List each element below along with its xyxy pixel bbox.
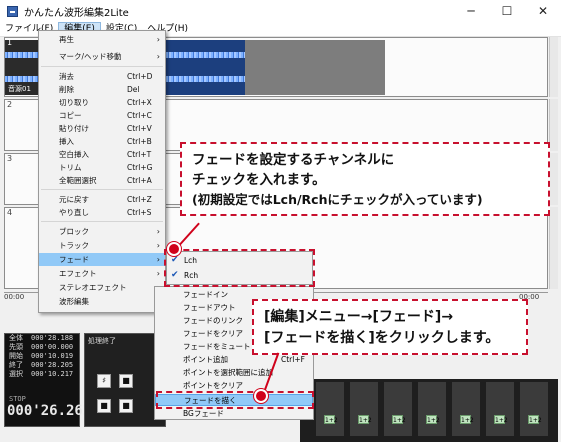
menu-item-insert-blank[interactable]: 空白挿入 Ctrl+T: [39, 148, 165, 161]
chevron-right-icon: ›: [156, 35, 160, 44]
mix-button[interactable]: 1+2: [426, 415, 440, 424]
mix-button[interactable]: 1+2: [528, 415, 542, 424]
record-button[interactable]: ■: [97, 399, 111, 413]
scrollbar[interactable]: [549, 37, 558, 97]
mix-button[interactable]: 1+2: [324, 415, 338, 424]
menu-item-undo[interactable]: 元に戻す Ctrl+Z: [39, 193, 165, 206]
track-number: 2: [7, 100, 13, 109]
menu-item-redo[interactable]: やり直し Ctrl+S: [39, 206, 165, 219]
status-text: 処理終了: [88, 337, 116, 345]
menu-item-stereo-effect[interactable]: ステレオエフェクト›: [39, 281, 165, 294]
track-number: 1: [7, 38, 13, 47]
menu-item-copy[interactable]: コピー Ctrl+C: [39, 109, 165, 122]
menu-item-erase[interactable]: 消去 Ctrl+D: [39, 70, 165, 83]
current-time: 000'26.262: [7, 403, 92, 419]
time-row: 選択 000'10.217: [9, 370, 74, 378]
callout-dot: [254, 389, 268, 403]
edit-menu-dropdown: 再生 › マーク/ヘッド移動 › 消去 Ctrl+D 削除 Del 切り取り Ctrl+X…: [38, 30, 166, 313]
mix-button[interactable]: 1+2: [358, 415, 372, 424]
sharp-button[interactable]: ♯: [97, 374, 111, 388]
mixer-strip: 1+2: [486, 382, 514, 436]
menu-item-paste[interactable]: 貼り付け Ctrl+V: [39, 122, 165, 135]
separator: [41, 221, 163, 222]
separator: [41, 66, 163, 67]
menu-item-insert[interactable]: 挿入 Ctrl+B: [39, 135, 165, 148]
menu-item-mark-head[interactable]: マーク/ヘッド移動 ›: [39, 50, 165, 63]
menu-item-play[interactable]: 再生 ›: [39, 33, 165, 46]
mixer-panel: 1+2 1+2 1+2 1+2 1+2 1+2 1+2: [300, 379, 558, 442]
waveform-region[interactable]: [245, 40, 385, 95]
title-bar: かんたん波形編集2Lite ─ ☐ ✕: [0, 0, 561, 22]
minimize-button[interactable]: ─: [453, 0, 489, 22]
menu-item-effect[interactable]: エフェクト ›: [39, 267, 165, 280]
scrollbar[interactable]: [549, 207, 558, 289]
menu-item-add-point[interactable]: ポイント追加 Ctrl+F: [155, 354, 313, 366]
mixer-strip: 1+2: [316, 382, 344, 436]
mix-button[interactable]: 1+2: [494, 415, 508, 424]
mix-button[interactable]: 1+2: [460, 415, 474, 424]
state-label: STOP: [9, 395, 26, 403]
menu-item-fade[interactable]: フェード ›: [39, 253, 165, 266]
scrollbar[interactable]: [549, 153, 558, 205]
chevron-right-icon: ›: [156, 269, 160, 278]
end-button[interactable]: ■: [119, 399, 133, 413]
menu-item-cut[interactable]: 切り取り Ctrl+X: [39, 96, 165, 109]
time-row: 先頭 000'00.000: [9, 343, 74, 351]
menu-item-trim[interactable]: トリム Ctrl+G: [39, 161, 165, 174]
mixer-strip: 1+2: [384, 382, 412, 436]
app-icon: [7, 5, 18, 17]
maximize-button[interactable]: ☐: [489, 0, 525, 22]
menu-item-track[interactable]: トラック ›: [39, 239, 165, 252]
callout-dot: [167, 242, 181, 256]
close-button[interactable]: ✕: [525, 0, 561, 22]
mix-button[interactable]: 1+2: [392, 415, 406, 424]
menu-item-delete[interactable]: 削除 Del: [39, 83, 165, 96]
time-display: 全体 000'28.188 先頭 000'00.000 開始 000'10.019 終…: [4, 333, 91, 427]
highlight-frame-channels: [164, 249, 315, 287]
stop-button[interactable]: ■: [119, 374, 133, 388]
window-title: かんたん波形編集2Lite: [24, 7, 129, 19]
track-number: 4: [7, 208, 13, 217]
chevron-right-icon: ›: [156, 255, 160, 264]
time-row: 開始 000'10.019: [9, 352, 74, 360]
menu-item-waveform-edit[interactable]: 波形編集: [39, 295, 165, 308]
chevron-right-icon: ›: [156, 227, 160, 236]
menu-item-add-point-selection[interactable]: ポイントを選択範囲に追加: [155, 367, 313, 379]
chevron-right-icon: ›: [156, 52, 160, 61]
track-number: 3: [7, 154, 13, 163]
ruler-start: 00:00: [4, 293, 25, 301]
highlight-frame-draw-fade: [156, 391, 314, 409]
annotation-draw-fade: [編集]メニュー→[フェード]→ [フェードを描く]をクリックします。: [252, 299, 528, 355]
menu-item-select-all[interactable]: 全範囲選択 Ctrl+A: [39, 174, 165, 187]
scrollbar[interactable]: [549, 99, 558, 151]
time-row: 終了 000'28.205: [9, 361, 74, 369]
mixer-strip: 1+2: [350, 382, 378, 436]
mixer-strip: 1+2: [452, 382, 480, 436]
chevron-right-icon: ›: [156, 241, 160, 250]
separator: [41, 189, 163, 190]
mixer-strip: 1+2: [520, 382, 548, 436]
menu-item-bg-fade[interactable]: BGフェード: [155, 408, 313, 420]
clip-label: 音源01: [8, 85, 31, 93]
time-row: 全体 000'28.188: [9, 334, 74, 342]
menu-item-block[interactable]: ブロック ›: [39, 225, 165, 238]
mixer-strip: 1+2: [418, 382, 446, 436]
annotation-channels: フェードを設定するチャンネルに チェックを入れます。 (初期設定ではLch/Rc…: [180, 142, 550, 216]
